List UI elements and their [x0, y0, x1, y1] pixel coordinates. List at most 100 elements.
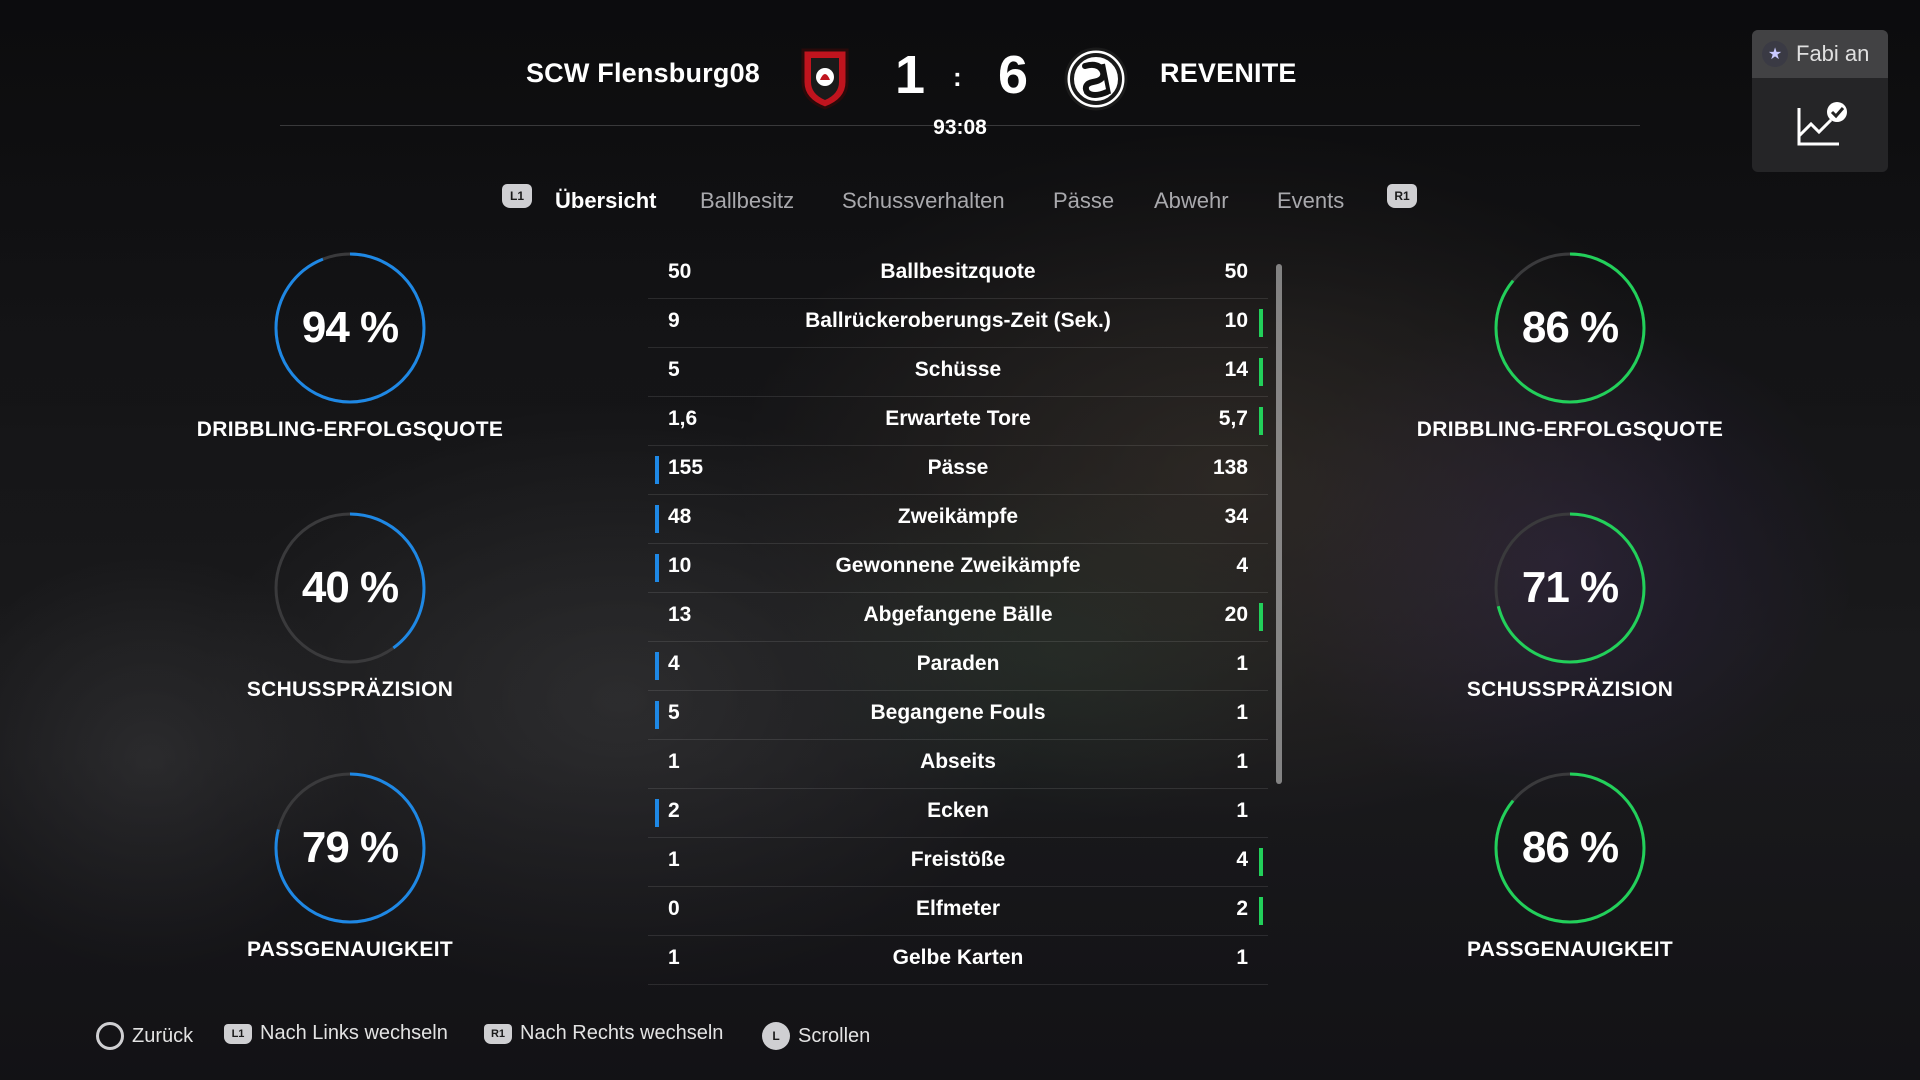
stat-row: 13 Abgefangene Bälle 20	[648, 593, 1268, 642]
stat-label: Abseits	[920, 750, 996, 773]
left-stick-icon: L	[762, 1022, 790, 1050]
stat-away-value: 50	[1224, 260, 1248, 283]
away-team-name: REVENITE	[1160, 58, 1297, 88]
stat-away-value: 34	[1224, 505, 1248, 528]
profile-name: Fabi an	[1796, 41, 1870, 66]
performance-chart-check-icon[interactable]	[1795, 100, 1849, 148]
profile-panel[interactable]: ★ Fabi an	[1752, 30, 1888, 172]
stat-away-value: 4	[1236, 554, 1248, 577]
home-gauge-label: SCHUSSPRÄZISION	[246, 678, 454, 701]
hint-back[interactable]: Zurück	[96, 1022, 193, 1050]
stat-row: 1 Freistöße 4	[648, 838, 1268, 887]
stat-row: 50 Ballbesitzquote 50	[648, 250, 1268, 299]
stat-label: Abgefangene Bälle	[863, 603, 1053, 626]
circle-button-icon	[96, 1022, 124, 1050]
stat-label: Gelbe Karten	[892, 946, 1024, 969]
hint-left[interactable]: L1 Nach Links wechseln	[224, 1022, 448, 1045]
away-gauge-label: SCHUSSPRÄZISION	[1466, 678, 1674, 701]
hint-back-label: Zurück	[132, 1024, 194, 1047]
stat-away-value: 2	[1236, 897, 1248, 920]
black-white-round-crest-icon	[1064, 47, 1128, 111]
stat-label: Elfmeter	[915, 897, 1001, 920]
scrollbar-thumb[interactable]	[1276, 264, 1282, 784]
r1-button-icon[interactable]: R1	[1387, 184, 1417, 208]
tab-events[interactable]: Events	[1277, 188, 1344, 214]
profile-header: ★ Fabi an	[1752, 30, 1888, 78]
stat-row: 0 Elfmeter 2	[648, 887, 1268, 936]
stat-label: Freistöße	[910, 848, 1006, 871]
stat-away-value: 1	[1236, 799, 1248, 822]
tab-uebersicht[interactable]: Übersicht	[555, 188, 656, 214]
match-clock: 93:08	[933, 116, 987, 139]
stat-row: 155 Pässe 138	[648, 446, 1268, 495]
match-stats-screen: SCW Flensburg08 1 : 6 REVENITE 93:08 ★ F…	[0, 0, 1920, 1080]
away-gauge-1: 86 %	[1492, 250, 1648, 406]
hint-scroll[interactable]: L Scrollen	[762, 1022, 870, 1050]
star-badge-icon: ★	[1762, 41, 1788, 67]
stat-label: Pässe	[927, 456, 989, 479]
stat-label: Ecken	[927, 799, 989, 822]
home-gauge-3: 79 %	[272, 770, 428, 926]
stat-label: Paraden	[916, 652, 1000, 675]
stat-label: Gewonnene Zweikämpfe	[835, 554, 1081, 577]
gauge-value: 94 %	[301, 303, 399, 352]
home-gauge-label: PASSGENAUIGKEIT	[247, 938, 453, 961]
r1-button-icon: R1	[484, 1023, 512, 1044]
hint-scroll-label: Scrollen	[798, 1024, 871, 1047]
tab-ballbesitz[interactable]: Ballbesitz	[700, 188, 794, 214]
away-gauge-3: 86 %	[1492, 770, 1648, 926]
gauge-value: 40 %	[301, 563, 399, 612]
stat-row: 48 Zweikämpfe 34	[648, 495, 1268, 544]
stat-label: Schüsse	[914, 358, 1002, 381]
stat-away-value: 5,7	[1218, 407, 1248, 430]
stat-away-value: 10	[1224, 309, 1248, 332]
home-gauge-label: DRIBBLING-ERFOLGSQUOTE	[196, 418, 504, 441]
stat-row: 10 Gewonnene Zweikämpfe 4	[648, 544, 1268, 593]
stat-away-value: 1	[1236, 750, 1248, 773]
stat-label: Begangene Fouls	[870, 701, 1046, 724]
hint-right-label: Nach Rechts wechseln	[520, 1022, 724, 1044]
tab-abwehr[interactable]: Abwehr	[1154, 188, 1229, 214]
stat-label: Erwartete Tore	[885, 407, 1031, 430]
stat-away-value: 1	[1236, 652, 1248, 675]
tab-paesse[interactable]: Pässe	[1053, 188, 1114, 214]
stat-away-value: 14	[1224, 358, 1248, 381]
stats-table[interactable]: 50 Ballbesitzquote 50 9 Ballrückeroberungs-Z…	[648, 250, 1268, 985]
gauge-value: 86 %	[1521, 303, 1619, 352]
stats-tab-bar: L1 Übersicht Ballbesitz Schussverhalten …	[0, 184, 1920, 220]
stat-away-value: 20	[1224, 603, 1248, 626]
stat-row: 1,6 Erwartete Tore 5,7	[648, 397, 1268, 446]
gauge-value: 79 %	[301, 823, 399, 872]
stat-label: Ballrückeroberungs-Zeit (Sek.)	[805, 309, 1111, 332]
stat-label: Ballbesitzquote	[880, 260, 1036, 283]
stat-row: 9 Ballrückeroberungs-Zeit (Sek.) 10	[648, 299, 1268, 348]
away-gauge-label: PASSGENAUIGKEIT	[1467, 938, 1673, 961]
stat-row: 5 Begangene Fouls 1	[648, 691, 1268, 740]
hint-left-label: Nach Links wechseln	[260, 1022, 448, 1044]
l1-button-icon[interactable]: L1	[502, 184, 532, 208]
hint-right[interactable]: R1 Nach Rechts wechseln	[484, 1022, 723, 1045]
stat-row: 1 Abseits 1	[648, 740, 1268, 789]
away-score: 6	[998, 45, 1029, 105]
stat-away-value: 1	[1236, 946, 1248, 969]
stat-away-value: 1	[1236, 701, 1248, 724]
stat-row: 5 Schüsse 14	[648, 348, 1268, 397]
away-gauge-2: 71 %	[1492, 510, 1648, 666]
home-team-name: SCW Flensburg08	[525, 58, 760, 88]
stat-row: 2 Ecken 1	[648, 789, 1268, 838]
home-score: 1	[895, 45, 926, 105]
l1-button-icon: L1	[224, 1023, 252, 1044]
score-separator: :	[953, 62, 962, 92]
home-gauge-2: 40 %	[272, 510, 428, 666]
stat-label: Zweikämpfe	[897, 505, 1019, 528]
stat-away-value: 138	[1212, 456, 1248, 479]
stat-row: 1 Gelbe Karten 1	[648, 936, 1268, 985]
gauge-value: 86 %	[1521, 823, 1619, 872]
stat-row: 4 Paraden 1	[648, 642, 1268, 691]
home-gauge-1: 94 %	[272, 250, 428, 406]
away-gauge-label: DRIBBLING-ERFOLGSQUOTE	[1416, 418, 1724, 441]
red-shield-crest-icon	[801, 48, 849, 110]
gauge-value: 71 %	[1521, 563, 1619, 612]
stat-away-value: 4	[1236, 848, 1248, 871]
tab-schussverhalten[interactable]: Schussverhalten	[842, 188, 1005, 214]
